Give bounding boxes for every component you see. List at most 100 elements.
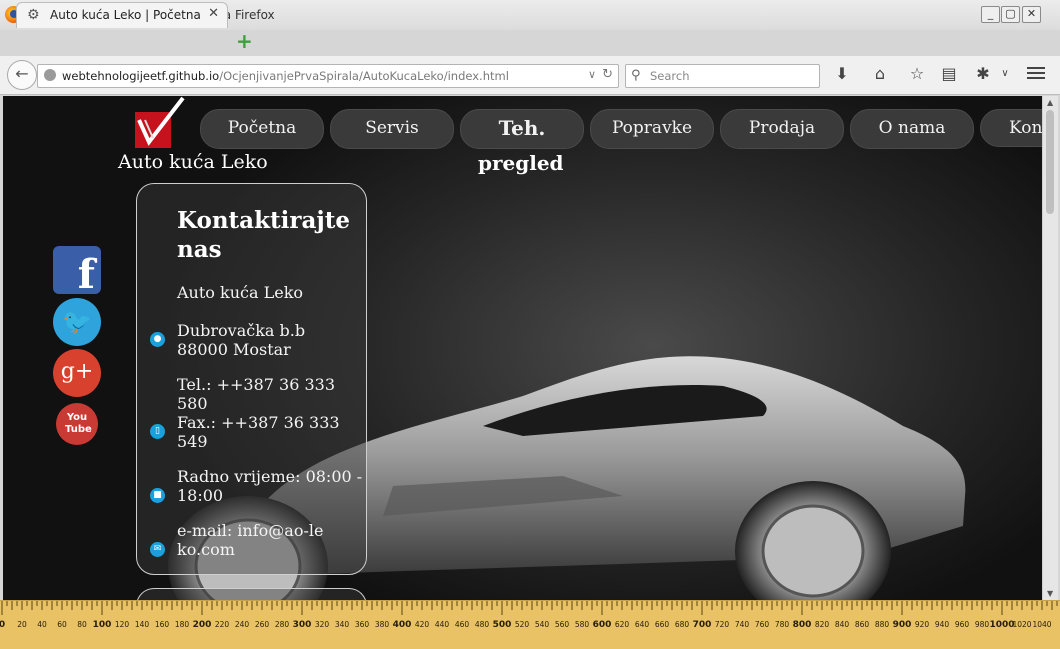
page-scrollbar[interactable]: ▲ ▼ <box>1042 96 1058 600</box>
search-icon: ⚲ <box>631 68 641 83</box>
minimize-button[interactable]: _ <box>981 6 1000 23</box>
youtube-icon[interactable]: You Tube <box>56 403 98 445</box>
ruler-label: 160 <box>155 620 170 629</box>
ruler-label: 440 <box>435 620 450 629</box>
download-icon[interactable]: ⬇ <box>832 64 852 84</box>
nav-item-popravke[interactable]: Popravke <box>590 109 714 149</box>
globe-icon <box>44 69 56 81</box>
tab-title: Auto kuća Leko | Početna <box>50 8 201 22</box>
ruler-ticks: 0204060801001201401601802002202402602803… <box>0 601 1058 630</box>
bookmark-star-icon[interactable]: ☆ <box>907 64 927 84</box>
google-plus-icon[interactable]: g+ <box>53 349 101 397</box>
ruler-label: 1000 <box>989 620 1014 630</box>
close-tab-icon[interactable]: ✕ <box>208 6 219 21</box>
ruler-label: 400 <box>393 620 412 630</box>
ruler-label: 820 <box>815 620 830 629</box>
ruler-label: 80 <box>77 620 87 629</box>
ruler-label: 860 <box>855 620 870 629</box>
ruler-label: 900 <box>893 620 912 630</box>
url-text[interactable]: webtehnologijeetf.github.io/Ocjenjivanje… <box>62 69 509 83</box>
ruler-label: 580 <box>575 620 590 629</box>
tab-active[interactable]: ⚙ Auto kuća Leko | Početna ✕ <box>16 2 228 28</box>
nav-item-pocetna[interactable]: Početna <box>200 109 324 149</box>
contact-hours: Radno vrijeme: 08:00 - 18:00 <box>177 467 363 505</box>
search-bar[interactable]: ⚲ <box>625 64 820 88</box>
close-window-button[interactable]: ✕ <box>1022 6 1041 23</box>
ruler-label: 360 <box>355 620 370 629</box>
reload-icon[interactable]: ↻ <box>602 67 613 82</box>
pixel-ruler: 0204060801001201401601802002202402602803… <box>0 600 1060 649</box>
back-button[interactable]: ← <box>7 60 37 90</box>
contact-phone: Tel.: ++387 36 333 580 <box>177 375 335 413</box>
facebook-glyph: f <box>77 251 95 298</box>
gear-icon: ⚙ <box>27 7 40 23</box>
ruler-label: 960 <box>955 620 970 629</box>
twitter-icon[interactable]: 🐦 <box>53 298 101 346</box>
ruler-label: 880 <box>875 620 890 629</box>
ruler-label: 840 <box>835 620 850 629</box>
location-pin-icon: ● <box>150 332 165 347</box>
ruler-label: 420 <box>415 620 430 629</box>
scroll-down-icon[interactable]: ▼ <box>1047 589 1053 598</box>
ruler-label: 1020 <box>1012 620 1031 629</box>
new-tab-button[interactable]: + <box>236 31 253 51</box>
nav-item-prodaja[interactable]: Prodaja <box>720 109 844 149</box>
url-bar[interactable]: webtehnologijeetf.github.io/Ocjenjivanje… <box>37 64 619 88</box>
ruler-label: 620 <box>615 620 630 629</box>
ruler-label: 0 <box>0 620 5 630</box>
ruler-label: 40 <box>37 620 47 629</box>
phone-icon: ▯ <box>150 424 165 439</box>
menu-icon[interactable] <box>1025 64 1047 84</box>
ruler-label: 720 <box>715 620 730 629</box>
url-dropdown-icon[interactable]: ∨ <box>588 68 596 81</box>
contact-address: Dubrovačka b.b 88000 Mostar <box>177 321 306 359</box>
ruler-label: 280 <box>275 620 290 629</box>
ruler-label: 340 <box>335 620 350 629</box>
ruler-label: 1040 <box>1032 620 1051 629</box>
reading-list-icon[interactable]: ▤ <box>939 64 959 84</box>
ruler-label: 200 <box>193 620 212 630</box>
ruler-label: 940 <box>935 620 950 629</box>
ruler-label: 700 <box>693 620 712 630</box>
second-card <box>136 588 367 600</box>
ruler-label: 240 <box>235 620 250 629</box>
site-name: Auto kuća Leko <box>118 151 268 173</box>
url-path: /OcjenjivanjePrvaSpirala/AutoKucaLeko/in… <box>219 69 509 83</box>
contact-fax: Fax.: ++387 36 333 549 <box>177 413 340 451</box>
facebook-icon[interactable]: f <box>53 246 101 298</box>
scroll-up-icon[interactable]: ▲ <box>1047 98 1053 107</box>
extension-icon[interactable]: ✱ <box>973 64 993 84</box>
search-input[interactable] <box>648 66 817 86</box>
logo-check-icon <box>137 96 185 146</box>
google-plus-glyph: g+ <box>60 359 94 384</box>
ruler-label: 780 <box>775 620 790 629</box>
contact-company: Auto kuća Leko <box>177 283 304 302</box>
ruler-label: 220 <box>215 620 230 629</box>
ruler-label: 560 <box>555 620 570 629</box>
scrollbar-thumb[interactable] <box>1046 110 1054 214</box>
home-icon[interactable]: ⌂ <box>870 64 890 84</box>
nav-item-servis[interactable]: Servis <box>330 109 454 149</box>
ruler-label: 640 <box>635 620 650 629</box>
nav-item-kontakt[interactable]: Kont <box>980 109 1042 147</box>
contact-title: Kontaktirajte nas <box>177 207 350 263</box>
ruler-label: 300 <box>293 620 312 630</box>
ruler-label: 320 <box>315 620 330 629</box>
contact-email[interactable]: e-mail: info@ao-leko.com <box>177 521 327 559</box>
ruler-label: 140 <box>135 620 150 629</box>
ruler-label: 260 <box>255 620 270 629</box>
extension-dropdown-icon[interactable]: ∨ <box>995 64 1015 84</box>
ruler-label: 380 <box>375 620 390 629</box>
youtube-glyph: You Tube <box>65 412 92 435</box>
page-viewport: Auto kuća Leko Početna Servis Teh. pregl… <box>3 96 1042 600</box>
maximize-button[interactable]: ▢ <box>1001 6 1020 23</box>
ruler-label: 760 <box>755 620 770 629</box>
url-host: webtehnologijeetf.github.io <box>62 69 220 83</box>
ruler-label: 480 <box>475 620 490 629</box>
lock-icon: ■ <box>150 488 165 503</box>
twitter-glyph: 🐦 <box>62 308 92 336</box>
nav-item-o-nama[interactable]: O nama <box>850 109 974 149</box>
site-logo[interactable] <box>135 96 185 148</box>
nav-item-teh-pregled[interactable]: Teh. <box>460 109 584 149</box>
nav-item-teh-pregled-line2[interactable]: pregled <box>478 151 564 175</box>
